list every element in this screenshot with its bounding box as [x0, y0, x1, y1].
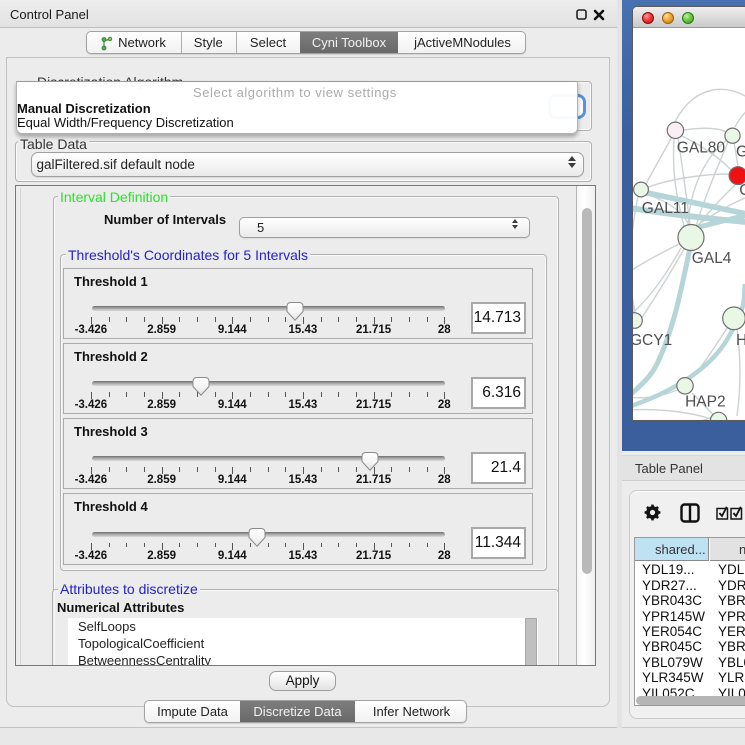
svg-text:GAL11: GAL11: [642, 200, 689, 217]
svg-text:GAL80: GAL80: [677, 140, 726, 157]
svg-text:GAL4: GAL4: [692, 250, 732, 267]
svg-text:GCY1: GCY1: [633, 332, 672, 349]
svg-text:C: C: [739, 182, 745, 199]
svg-text:GA: GA: [736, 144, 745, 161]
svg-text:HAP2: HAP2: [685, 394, 726, 411]
svg-text:H: H: [736, 332, 745, 349]
